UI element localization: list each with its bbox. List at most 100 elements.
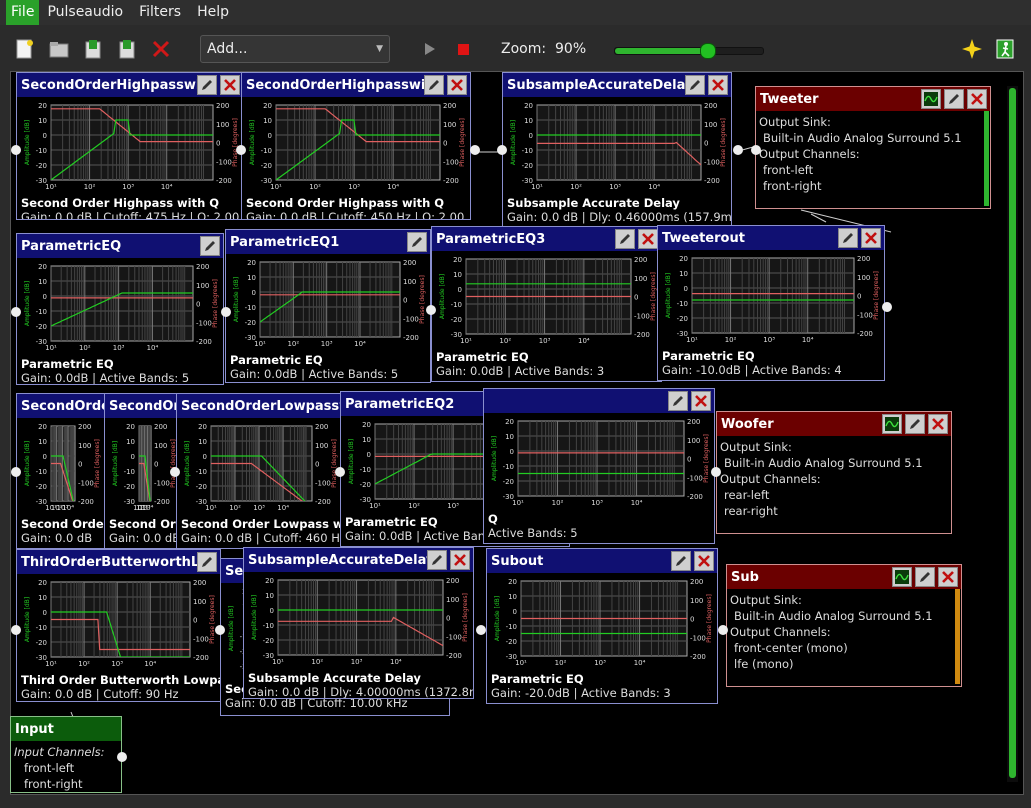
filter-node-header[interactable]: ParametricEQ <box>17 234 223 258</box>
play-icon[interactable] <box>417 37 441 61</box>
filter-node[interactable]: ThirdOrderButterworthLow20100-10-20-3020… <box>16 549 221 702</box>
filter-node[interactable]: Subout 20 10 0 -10 -20 -30 200 100 0 -100 -200 10¹ 10… <box>486 548 718 704</box>
sink-header[interactable]: Sub <box>727 565 961 589</box>
level-meter-icon[interactable] <box>921 89 941 109</box>
filter-node[interactable]: 20 10 0 -10 -20 -30 200 100 0 -100 -200 10¹ 10² 10³ 10… <box>483 388 715 544</box>
filter-node[interactable]: SubsampleAccurateDelay 20 10 0 -10 -20 -30 200 1… <box>502 72 732 228</box>
filter-node-header[interactable]: SubsampleAccurateDelay1 <box>244 548 473 572</box>
remove-icon[interactable] <box>928 414 948 434</box>
delete-icon[interactable] <box>149 37 173 61</box>
remove-icon[interactable] <box>450 550 470 570</box>
menu-filters[interactable]: Filters <box>131 0 189 25</box>
connection-port[interactable] <box>497 145 507 155</box>
edit-icon[interactable] <box>838 228 858 248</box>
edit-icon[interactable] <box>200 236 220 256</box>
remove-icon[interactable] <box>691 391 711 411</box>
input-node[interactable]: Input Input Channels: front-left front-r… <box>10 716 122 793</box>
connection-port[interactable] <box>170 467 180 477</box>
filter-node-header[interactable]: ParametricEQ3 <box>432 227 661 251</box>
stop-icon[interactable] <box>451 37 475 61</box>
filter-node-header[interactable]: SecondOrd <box>105 394 181 418</box>
edit-icon[interactable] <box>685 75 705 95</box>
connection-port[interactable] <box>221 307 231 317</box>
connection-port[interactable] <box>718 625 728 635</box>
connection-port[interactable] <box>711 467 721 477</box>
exit-icon[interactable] <box>993 37 1017 61</box>
edit-icon[interactable] <box>915 567 935 587</box>
connection-port[interactable] <box>215 625 225 635</box>
filter-node[interactable]: SubsampleAccurateDelay1 20 10 0 -10 -20 -30 200… <box>243 547 474 699</box>
output-sink-node[interactable]: Woofer Output Sink: Built-in Audio Analo… <box>716 411 952 534</box>
filter-node-header[interactable]: Subout <box>487 549 717 573</box>
filter-node[interactable]: SecondOrde 20 10 0 -10 -20 -30 200 100 0 -100 -200 1… <box>16 393 106 549</box>
open-folder-icon[interactable] <box>47 37 71 61</box>
remove-icon[interactable] <box>638 229 658 249</box>
filter-node-header[interactable]: SubsampleAccurateDelay <box>503 73 731 97</box>
remove-icon[interactable] <box>861 228 881 248</box>
menu-file[interactable]: File <box>6 0 40 25</box>
edit-icon[interactable] <box>905 414 925 434</box>
zoom-slider-handle[interactable] <box>699 43 716 59</box>
connection-port[interactable] <box>117 752 127 762</box>
remove-icon[interactable] <box>708 75 728 95</box>
filter-node-header[interactable]: Tweeterout <box>658 226 884 250</box>
level-meter-icon[interactable] <box>892 567 912 587</box>
edit-icon[interactable] <box>944 89 964 109</box>
edit-icon[interactable] <box>668 391 688 411</box>
edit-icon[interactable] <box>615 229 635 249</box>
edit-icon[interactable] <box>427 550 447 570</box>
filter-node-header[interactable]: SecondOrderHighpasswith <box>17 73 243 97</box>
filter-node-header[interactable]: SecondOrderHighpasswith <box>242 73 470 97</box>
edit-icon[interactable] <box>407 232 427 252</box>
connection-port[interactable] <box>11 625 21 635</box>
sink-header[interactable]: Woofer <box>717 412 951 436</box>
filter-node-header[interactable]: ThirdOrderButterworthLow <box>17 550 220 574</box>
filter-node[interactable]: SecondOrderHighpasswith 20 10 0 -10 -20 -30 200… <box>16 72 244 220</box>
connection-port[interactable] <box>882 302 892 312</box>
connection-port[interactable] <box>236 145 246 155</box>
output-sink-node[interactable]: Tweeter Output Sink: Built-in Audio Anal… <box>755 86 991 209</box>
filter-node-header[interactable] <box>484 389 714 413</box>
connection-port[interactable] <box>476 625 486 635</box>
load-preset-icon[interactable] <box>81 37 105 61</box>
edit-icon[interactable] <box>197 75 217 95</box>
menu-pulseaudio[interactable]: Pulseaudio <box>39 0 131 25</box>
auto-arrange-icon[interactable] <box>960 37 984 61</box>
edit-icon[interactable] <box>671 551 691 571</box>
scrollbar-thumb[interactable] <box>1009 88 1016 778</box>
filter-node[interactable]: ParametricEQ 20 10 0 -10 -20 -30 200 100 0 -100 -20… <box>16 233 224 385</box>
filter-node[interactable]: Tweeterout 20 10 0 -10 -20 -30 200 100 0 -100 -200 1… <box>657 225 885 381</box>
remove-icon[interactable] <box>447 75 467 95</box>
filter-node[interactable]: SecondOrderLowpassw 20 10 0 -10 -20 -30 200 100 0… <box>176 393 343 549</box>
remove-icon[interactable] <box>694 551 714 571</box>
filter-node-header[interactable]: SecondOrderLowpassw <box>177 394 342 418</box>
save-preset-icon[interactable] <box>115 37 139 61</box>
output-sink-node[interactable]: Sub Output Sink: Built-in Audio Analog S… <box>726 564 962 687</box>
filter-node[interactable]: ParametricEQ3 20 10 0 -10 -20 -30 200 100 0 -100 -2… <box>431 226 662 382</box>
vertical-scrollbar[interactable] <box>1007 86 1018 782</box>
filter-node[interactable]: SecondOrderHighpasswith 20 10 0 -10 -20 -30 200… <box>241 72 471 220</box>
connection-port[interactable] <box>335 467 345 477</box>
remove-icon[interactable] <box>938 567 958 587</box>
connection-port[interactable] <box>751 145 761 155</box>
connection-port[interactable] <box>426 305 436 315</box>
sink-header[interactable]: Tweeter <box>756 87 990 111</box>
connection-port[interactable] <box>733 145 743 155</box>
edit-icon[interactable] <box>424 75 444 95</box>
filter-node[interactable]: ParametricEQ1 20 10 0 -10 -20 -30 200 100 0 -100 -2… <box>225 229 431 383</box>
connection-port[interactable] <box>470 145 480 155</box>
level-meter-icon[interactable] <box>882 414 902 434</box>
menu-help[interactable]: Help <box>189 0 237 25</box>
filter-node-header[interactable]: SecondOrde <box>17 394 105 418</box>
edit-icon[interactable] <box>197 552 217 572</box>
add-filter-dropdown[interactable]: Add... ▼ <box>200 35 390 63</box>
input-header[interactable]: Input <box>11 717 121 741</box>
connection-port[interactable] <box>11 145 21 155</box>
new-file-icon[interactable] <box>12 37 36 61</box>
connection-port[interactable] <box>11 307 21 317</box>
remove-icon[interactable] <box>967 89 987 109</box>
remove-icon[interactable] <box>220 75 240 95</box>
filter-node-header[interactable]: ParametricEQ1 <box>226 230 430 254</box>
zoom-slider[interactable] <box>614 43 764 59</box>
connection-port[interactable] <box>11 467 21 477</box>
